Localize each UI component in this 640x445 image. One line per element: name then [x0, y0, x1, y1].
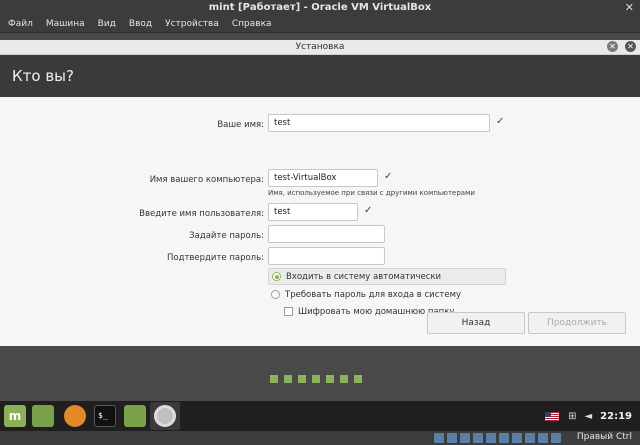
- optical-drive-icon[interactable]: [447, 433, 457, 443]
- menu-help[interactable]: Справка: [232, 19, 272, 29]
- keyboard-layout-flag-icon[interactable]: [545, 411, 560, 421]
- installer-titlebar: Установка ✕ ✕: [0, 40, 640, 55]
- menu-machine[interactable]: Машина: [46, 19, 85, 29]
- taskbar: m $_: [0, 401, 640, 431]
- system-tray: ⊞ ◄ 22:19: [545, 401, 632, 431]
- network-adapter-icon[interactable]: [473, 433, 483, 443]
- vbox-close-icon[interactable]: ✕: [625, 0, 634, 16]
- menu-view[interactable]: Вид: [98, 19, 116, 29]
- require-password-label: Требовать пароль для входа в систему: [285, 289, 462, 300]
- username-label: Введите имя пользователя:: [139, 209, 264, 219]
- name-input[interactable]: test: [268, 114, 490, 132]
- progress-dot: [284, 375, 292, 383]
- guest-desktop: Установка ✕ ✕ Кто вы? Ваше имя: test ✓ И…: [0, 33, 640, 401]
- display-icon[interactable]: [512, 433, 522, 443]
- installer-disc-icon[interactable]: [154, 405, 176, 427]
- vbox-title-text: mint [Работает] - Oracle VM VirtualBox: [208, 2, 432, 13]
- menu-devices[interactable]: Устройства: [165, 19, 219, 29]
- back-button[interactable]: Назад: [427, 312, 525, 334]
- show-desktop-icon[interactable]: [32, 405, 54, 427]
- vbox-menubar: Файл Машина Вид Ввод Устройства Справка: [0, 16, 640, 32]
- installer-form: Ваше имя: test ✓ Имя вашего компьютера: …: [0, 97, 640, 346]
- menu-file[interactable]: Файл: [8, 19, 33, 29]
- require-password-option[interactable]: Требовать пароль для входа в систему: [268, 287, 461, 302]
- name-valid-check-icon: ✓: [496, 116, 505, 127]
- auto-login-radio-icon: [272, 272, 281, 281]
- vbox-window-title: mint [Работает] - Oracle VM VirtualBox ✕: [0, 0, 640, 16]
- clock[interactable]: 22:19: [600, 411, 632, 422]
- file-manager-icon[interactable]: [124, 405, 146, 427]
- encrypt-home-checkbox-icon: [284, 307, 293, 316]
- computer-name-hint: Имя, используемое при связи с другими ко…: [268, 189, 475, 197]
- computer-name-input[interactable]: test-VirtualBox: [268, 169, 378, 187]
- mint-menu-icon[interactable]: m: [4, 405, 26, 427]
- host-key-label: Правый Ctrl: [576, 432, 632, 442]
- usb-icon[interactable]: [486, 433, 496, 443]
- require-password-radio-icon: [271, 290, 280, 299]
- slideshow-progress: [270, 375, 368, 383]
- progress-dot: [270, 375, 278, 383]
- username-valid-check-icon: ✓: [364, 205, 373, 216]
- progress-dot: [340, 375, 348, 383]
- progress-dot: [326, 375, 334, 383]
- firefox-icon[interactable]: [64, 405, 86, 427]
- recording-icon[interactable]: [525, 433, 535, 443]
- confirm-password-input[interactable]: [268, 247, 385, 265]
- installer-close-icon[interactable]: ✕: [607, 41, 618, 52]
- password-input[interactable]: [268, 225, 385, 243]
- auto-login-option[interactable]: Входить в систему автоматически: [268, 268, 506, 285]
- shared-folders-icon[interactable]: [499, 433, 509, 443]
- mouse-integration-icon[interactable]: [551, 433, 561, 443]
- cpu-icon[interactable]: [538, 433, 548, 443]
- computer-name-label: Имя вашего компьютера:: [149, 175, 264, 185]
- audio-icon[interactable]: [460, 433, 470, 443]
- password-label: Задайте пароль:: [189, 231, 264, 241]
- computer-name-valid-check-icon: ✓: [384, 171, 393, 182]
- progress-dot: [312, 375, 320, 383]
- window-close-icon[interactable]: ✕: [625, 41, 636, 52]
- name-label: Ваше имя:: [217, 120, 264, 130]
- terminal-icon[interactable]: $_: [94, 405, 116, 427]
- vbox-statusbar: Правый Ctrl: [0, 431, 640, 445]
- progress-dot: [354, 375, 362, 383]
- auto-login-label: Входить в систему автоматически: [286, 271, 442, 282]
- network-icon[interactable]: ⊞: [568, 411, 576, 422]
- confirm-password-label: Подтвердите пароль:: [166, 253, 264, 263]
- username-input[interactable]: test: [268, 203, 358, 221]
- hard-disk-icon[interactable]: [434, 433, 444, 443]
- continue-button[interactable]: Продолжить: [528, 312, 626, 334]
- progress-dot: [298, 375, 306, 383]
- menu-input[interactable]: Ввод: [129, 19, 152, 29]
- installer-window-title: Установка: [295, 42, 345, 52]
- vbox-device-icons: [434, 433, 564, 443]
- page-title: Кто вы?: [0, 55, 640, 97]
- volume-icon[interactable]: ◄: [584, 411, 592, 422]
